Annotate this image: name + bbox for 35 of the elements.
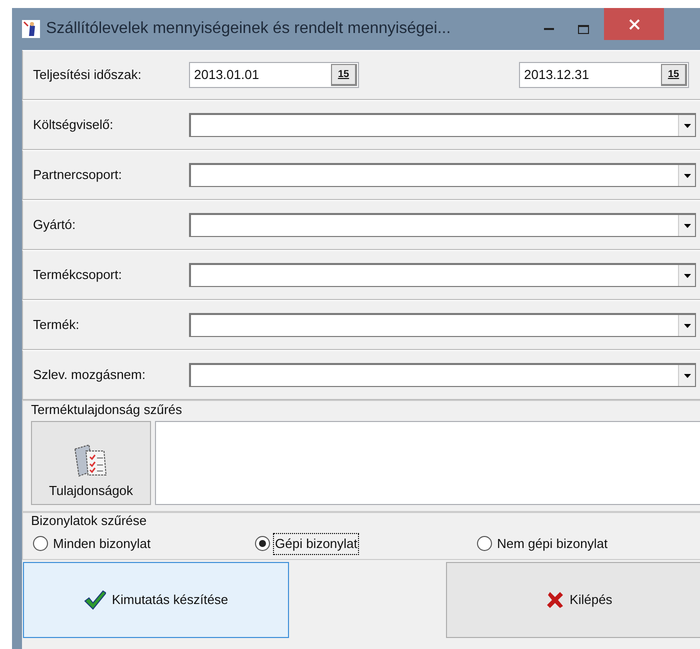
- calendar-button[interactable]: 15: [661, 64, 687, 86]
- calendar-button[interactable]: 15: [331, 64, 357, 86]
- dropdown-field[interactable]: [189, 263, 696, 287]
- radio-label[interactable]: Gépi bizonylat: [273, 533, 360, 554]
- dropdown-field[interactable]: [189, 313, 696, 337]
- close-icon: [546, 591, 564, 609]
- properties-button[interactable]: Tulajdonságok: [31, 421, 151, 505]
- date-field[interactable]: 2013.01.01 15: [189, 62, 359, 88]
- close-icon: [628, 18, 640, 30]
- close-button[interactable]: [604, 8, 664, 40]
- filter-label: Gyártó:: [33, 216, 77, 234]
- group-title: Bizonylatok szűrése: [31, 513, 148, 529]
- dropdown-field[interactable]: [189, 163, 696, 187]
- period-label: Teljesítési időszak:: [33, 66, 142, 84]
- radio-button[interactable]: [255, 536, 270, 552]
- filter-label: Szlev. mozgásnem:: [33, 366, 146, 384]
- filter-label: Termékcsoport:: [33, 266, 123, 284]
- checkmark-icon: [84, 590, 106, 610]
- report-button[interactable]: Kimutatás készítése: [23, 562, 289, 638]
- filter-label: Termék:: [33, 316, 80, 334]
- dropdown-field[interactable]: [189, 213, 696, 237]
- exit-button[interactable]: Kilépés: [446, 562, 700, 638]
- radio-button[interactable]: [33, 536, 48, 552]
- dropdown-field[interactable]: [189, 363, 696, 387]
- filter-label: Partnercsoport:: [33, 166, 123, 184]
- app-icon: [22, 20, 40, 38]
- filter-label: Költségviselő:: [33, 116, 114, 134]
- radio-label[interactable]: Nem gépi bizonylat: [495, 534, 610, 554]
- group-title: Terméktulajdonság szűrés: [31, 401, 184, 419]
- window-title: Szállítólevelek mennyiségeinek és rendelt mennyiségei...: [46, 19, 452, 39]
- radio-label[interactable]: Minden bizonylat: [51, 534, 153, 554]
- dropdown-field[interactable]: [189, 113, 696, 137]
- radio-button[interactable]: [477, 536, 492, 552]
- properties-list-box[interactable]: [155, 421, 700, 505]
- date-field[interactable]: 2013.12.31 15: [519, 62, 689, 88]
